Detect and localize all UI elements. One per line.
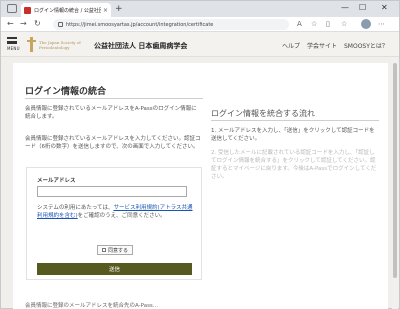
- bottom-text: 会員情報に登録のメールアドレスを統合先のA-Pass...: [25, 303, 159, 309]
- agree-label: 同意する: [107, 247, 128, 254]
- email-label: メールアドレス: [37, 178, 76, 184]
- url-text: https://jimei.smoosyartas.jp/account/int…: [66, 21, 214, 28]
- address-bar[interactable]: https://jimei.smoosyartas.jp/account/int…: [53, 19, 289, 30]
- nav-society-site[interactable]: 学会サイト: [307, 41, 337, 50]
- new-tab-button[interactable]: +: [115, 3, 123, 15]
- main-content: ログイン情報の統合 会員情報に登録されているメールアドレスをA-Passのログイ…: [13, 63, 388, 309]
- split-screen-icon[interactable]: ▯: [326, 20, 330, 29]
- checkbox-icon: [101, 248, 106, 252]
- favorite-star-icon[interactable]: ☆: [311, 20, 317, 29]
- email-form: メールアドレス システムの利用にあたっては、サービス利用規約(アトラス共通利用規…: [26, 167, 202, 280]
- intro-text-2: 会員情報に登録されているメールアドレスを入力してください。認証コード（6桁の数字…: [25, 136, 201, 150]
- logo-text: The Japan Society of Periodontology: [39, 39, 81, 50]
- terms-text: システムの利用にあたっては、サービス利用規約(アトラス共通利用規約を含む)をご確…: [37, 205, 193, 219]
- forward-button[interactable]: →: [20, 19, 27, 29]
- menu-label: MENU: [7, 46, 20, 51]
- menu-button[interactable]: MENU: [7, 37, 20, 53]
- minimize-button[interactable]: —: [341, 2, 349, 14]
- scrollbar-thumb[interactable]: [393, 63, 397, 278]
- logo-mark-icon: [27, 36, 36, 53]
- flow-title: ログイン情報を統合する流れ: [211, 109, 315, 118]
- agree-checkbox[interactable]: 同意する: [97, 245, 133, 255]
- email-input[interactable]: [37, 186, 187, 197]
- flow-step-2: 2. 受信したメールに記載されている認証コードを入力し、「認証してログイン情報を…: [211, 150, 377, 180]
- tab-actions-icon[interactable]: [7, 4, 17, 13]
- title-divider: [25, 98, 203, 99]
- tab-close-icon[interactable]: ×: [103, 7, 108, 14]
- site-header: MENU The Japan Society of Periodontology…: [1, 32, 399, 57]
- intro-text-1: 会員情報に登録されているメールアドレスをA-Passのログイン情報に統合します。: [25, 106, 197, 120]
- flow-step-1: 1. メールアドレスを入力し、「送信」をクリックして認証コードを送信してください…: [211, 128, 375, 142]
- reload-button[interactable]: ↻: [34, 19, 41, 29]
- browser-toolbar: ← → ↻ https://jimei.smoosyartas.jp/accou…: [1, 17, 399, 32]
- lock-icon: [58, 22, 63, 27]
- nav-about-smoosy[interactable]: SMOOSYとは？: [344, 41, 388, 50]
- favicon-icon: [24, 6, 31, 14]
- hamburger-icon: [7, 37, 17, 44]
- read-aloud-icon[interactable]: A: [297, 20, 302, 29]
- browser-window: ログイン情報の統合 / 公益社団法人 日 × + — ☐ ✕ ← → ↻ htt…: [0, 0, 400, 309]
- page-title: ログイン情報の統合: [25, 87, 107, 97]
- maximize-button[interactable]: ☐: [359, 2, 366, 14]
- browser-tab[interactable]: ログイン情報の統合 / 公益社団法人 日 ×: [21, 3, 111, 17]
- society-logo[interactable]: The Japan Society of Periodontology: [27, 35, 89, 54]
- tab-strip: ログイン情報の統合 / 公益社団法人 日 × + — ☐ ✕: [1, 1, 399, 17]
- organization-name: 公益社団法人 日本歯周病学会: [94, 42, 188, 50]
- favorites-icon[interactable]: ☆: [341, 20, 347, 29]
- profile-avatar[interactable]: [361, 19, 371, 29]
- submit-button[interactable]: 送信: [37, 263, 192, 275]
- more-options-icon[interactable]: ⋯: [378, 20, 385, 29]
- tab-title: ログイン情報の統合 / 公益社団法人 日: [34, 7, 101, 14]
- back-button[interactable]: ←: [7, 19, 14, 29]
- nav-help[interactable]: ヘルプ: [282, 41, 300, 50]
- flow-divider: [211, 120, 379, 121]
- close-window-button[interactable]: ✕: [381, 2, 388, 14]
